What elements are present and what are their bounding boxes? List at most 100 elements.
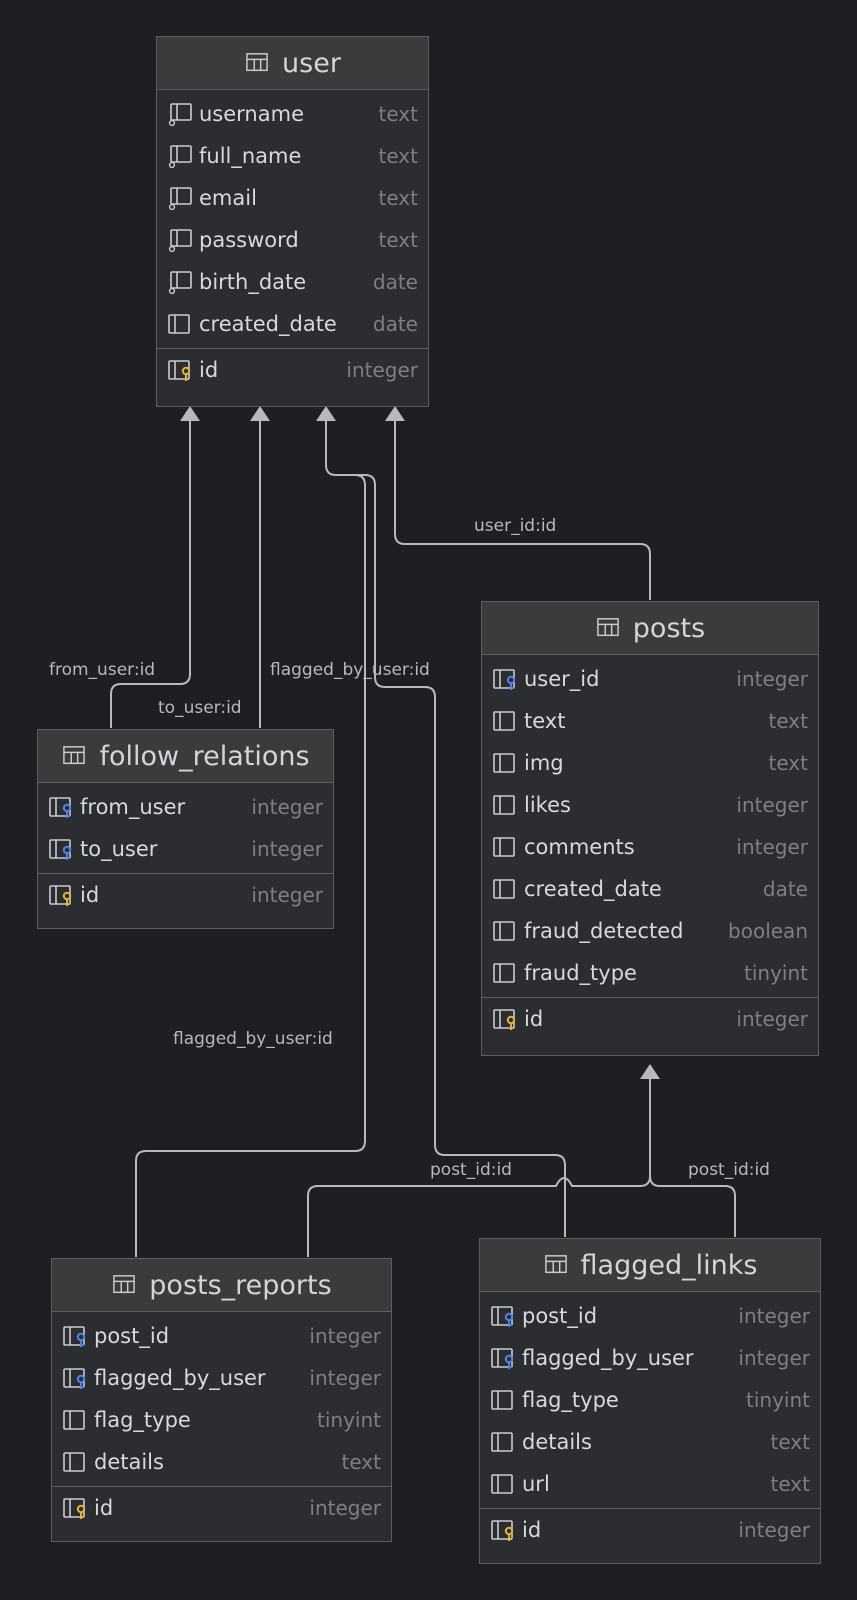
column-name: id: [80, 883, 100, 907]
column-type: integer: [736, 1007, 808, 1031]
foreign-key-icon: [49, 839, 72, 860]
table-title: flagged_links: [580, 1249, 758, 1281]
foreign-key-icon: [491, 1306, 514, 1327]
column-row-fraud-detected[interactable]: fraud_detected boolean: [482, 910, 818, 952]
edge-posts-user: [394, 420, 651, 600]
column-row-flag-type[interactable]: flag_type tinyint: [480, 1379, 820, 1421]
primary-key-icon: [493, 1009, 516, 1030]
column-row-flagged-by-user[interactable]: flagged_by_user integer: [480, 1337, 820, 1379]
column-name: fraud_detected: [524, 919, 684, 943]
table-posts-reports[interactable]: posts_reports post_id integer flagged_by_us…: [51, 1258, 392, 1542]
table-flagged-links[interactable]: flagged_links post_id integer flagged_by_us…: [479, 1238, 821, 1564]
column-type: tinyint: [746, 1388, 810, 1412]
column-row-fraud-type[interactable]: fraud_type tinyint: [482, 952, 818, 994]
column-name: text: [524, 709, 566, 733]
column-icon: [493, 921, 515, 941]
column-type: integer: [736, 793, 808, 817]
table-header[interactable]: posts_reports: [52, 1259, 391, 1312]
column-name: flagged_by_user: [94, 1366, 266, 1390]
table-header[interactable]: follow_relations: [38, 730, 333, 783]
column-name: id: [522, 1518, 542, 1542]
column-icon: [491, 1390, 513, 1410]
column-type: integer: [251, 883, 323, 907]
label-reports-user: flagged_by_user:id: [173, 1029, 333, 1049]
column-type: text: [770, 1430, 810, 1454]
column-row-from-user[interactable]: from_user integer: [38, 786, 333, 828]
column-name: user_id: [524, 667, 600, 691]
column-type: boolean: [728, 919, 808, 943]
column-row-user-id[interactable]: user_id integer: [482, 658, 818, 700]
column-row-created-date[interactable]: created_date date: [482, 868, 818, 910]
edge-follow-from: [110, 420, 191, 728]
column-row-id[interactable]: id integer: [157, 349, 428, 391]
column-name: birth_date: [199, 270, 307, 294]
column-row-comments[interactable]: comments integer: [482, 826, 818, 868]
column-row-full-name[interactable]: full_name text: [157, 135, 428, 177]
column-type: integer: [309, 1496, 381, 1520]
column-name: details: [522, 1430, 592, 1454]
table-header[interactable]: flagged_links: [480, 1239, 820, 1292]
column-type: text: [378, 102, 418, 126]
column-row-url[interactable]: url text: [480, 1463, 820, 1505]
arrow-links-user: [316, 406, 336, 421]
column-row-id[interactable]: id integer: [52, 1487, 391, 1529]
column-row-id[interactable]: id integer: [480, 1509, 820, 1551]
column-row-post-id[interactable]: post_id integer: [52, 1315, 391, 1357]
column-icon: [493, 711, 515, 731]
column-type: integer: [736, 835, 808, 859]
column-row-id[interactable]: id integer: [482, 998, 818, 1040]
column-type: text: [378, 186, 418, 210]
arrow-follow-to: [250, 406, 270, 421]
column-row-email[interactable]: email text: [157, 177, 428, 219]
label-posts-user: user_id:id: [474, 516, 557, 536]
column-name: comments: [524, 835, 635, 859]
column-row-text[interactable]: text text: [482, 700, 818, 742]
column-row-details[interactable]: details text: [52, 1441, 391, 1483]
column-type: integer: [738, 1304, 810, 1328]
arrow-posts-user: [385, 406, 405, 421]
column-type: tinyint: [744, 961, 808, 985]
column-row-flagged-by-user[interactable]: flagged_by_user integer: [52, 1357, 391, 1399]
column-row-details[interactable]: details text: [480, 1421, 820, 1463]
column-row-birth-date[interactable]: birth_date date: [157, 261, 428, 303]
column-name: flag_type: [522, 1388, 619, 1412]
column-row-likes[interactable]: likes integer: [482, 784, 818, 826]
column-row-created-date[interactable]: created_date date: [157, 303, 428, 345]
column-row-to-user[interactable]: to_user integer: [38, 828, 333, 870]
table-follow-relations[interactable]: follow_relations from_user integer to_user i…: [37, 729, 334, 929]
table-title: posts: [632, 612, 706, 644]
table-icon: [596, 618, 619, 637]
column-type: tinyint: [317, 1408, 381, 1432]
column-row-id[interactable]: id integer: [38, 874, 333, 916]
column-name: flag_type: [94, 1408, 191, 1432]
primary-key-icon: [63, 1498, 86, 1519]
column-type: integer: [346, 358, 418, 382]
column-icon: [493, 753, 515, 773]
column-row-flag-type[interactable]: flag_type tinyint: [52, 1399, 391, 1441]
column-row-password[interactable]: password text: [157, 219, 428, 261]
column-icon: [168, 314, 190, 334]
column-name: likes: [524, 793, 571, 817]
column-name: from_user: [80, 795, 186, 819]
table-header[interactable]: user: [157, 37, 428, 90]
column-name: full_name: [199, 144, 302, 168]
table-header[interactable]: posts: [482, 602, 818, 655]
column-type: integer: [251, 795, 323, 819]
column-row-username[interactable]: username text: [157, 93, 428, 135]
column-row-img[interactable]: img text: [482, 742, 818, 784]
label-links-user: flagged_by_user:id: [270, 660, 430, 680]
column-type: integer: [309, 1324, 381, 1348]
table-title: follow_relations: [99, 740, 310, 772]
table-posts[interactable]: posts user_id integer text text img text likes i…: [481, 601, 819, 1056]
primary-key-icon: [168, 360, 191, 381]
column-type: text: [768, 709, 808, 733]
table-title: user: [282, 47, 341, 79]
table-user[interactable]: user username text full_name text email text pa…: [156, 36, 429, 407]
column-type: text: [341, 1450, 381, 1474]
table-icon: [63, 746, 86, 765]
table-icon: [544, 1255, 567, 1274]
column-icon: [493, 963, 515, 983]
label-links-post: post_id:id: [688, 1160, 770, 1180]
column-row-post-id[interactable]: post_id integer: [480, 1295, 820, 1337]
column-icon: [63, 1410, 85, 1430]
